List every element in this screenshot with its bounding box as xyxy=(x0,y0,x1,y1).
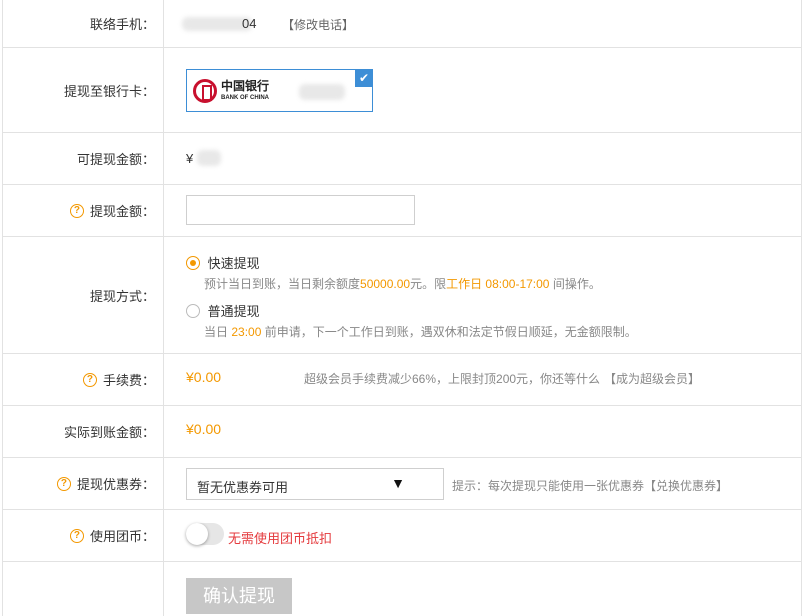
help-icon[interactable]: ? xyxy=(56,476,71,491)
submit-label-spacer xyxy=(3,562,164,616)
normal-withdraw-label: 普通提现 xyxy=(207,304,260,319)
fee-value: ¥0.00 xyxy=(186,369,222,385)
become-super-member-link[interactable]: 【成为超级会员】 xyxy=(604,370,700,387)
fast-withdraw-radio[interactable] xyxy=(186,255,200,270)
row-available-amount: 可提现金额： ¥ xyxy=(3,133,801,185)
bank-of-china-logo-icon xyxy=(193,79,217,103)
coin-label: ? 使用团币： xyxy=(3,510,164,561)
bank-name-en: BANK OF CHINA xyxy=(221,95,269,101)
row-fee: ? 手续费： ¥0.00 超级会员手续费减少66%，上限封顶200元，你还等什么 … xyxy=(3,354,801,406)
fast-withdraw-desc: 预计当日到账，当日剩余额度50000.00元。限工作日 08:00-17:00 … xyxy=(204,277,601,291)
check-icon: ✔ xyxy=(355,69,373,87)
coupon-select[interactable]: 暂无优惠券可用 ▼ xyxy=(186,468,444,500)
redeem-coupon-link[interactable]: 【兑换优惠券】 xyxy=(644,477,728,494)
row-coupon: ? 提现优惠券： 暂无优惠券可用 ▼ 提示：每次提现只能使用一张优惠券 【兑换优惠… xyxy=(3,458,801,510)
available-label: 可提现金额： xyxy=(3,133,164,184)
help-icon[interactable]: ? xyxy=(82,372,97,387)
coupon-hint: 提示：每次提现只能使用一张优惠券 xyxy=(452,479,645,493)
help-icon[interactable]: ? xyxy=(69,528,84,543)
normal-withdraw-desc: 当日 23:00 前申请，下一个工作日到账，遇双休和法定节假日顺延，无金额限制。 xyxy=(204,325,637,339)
bank-name-cn: 中国银行 xyxy=(221,79,270,93)
fee-label: ? 手续费： xyxy=(3,354,164,405)
row-phone: 联络手机： 04 【修改电话】 xyxy=(3,0,801,48)
phone-value-suffix: 04 xyxy=(242,16,257,31)
amount-label: ? 提现金额： xyxy=(3,185,164,236)
row-actual-amount: 实际到账金额： ¥0.00 xyxy=(3,406,801,458)
phone-label: 联络手机： xyxy=(3,0,164,47)
fast-withdraw-option[interactable]: 快速提现 xyxy=(186,253,260,272)
normal-withdraw-option[interactable]: 普通提现 xyxy=(186,301,260,320)
available-currency: ¥ xyxy=(186,151,194,166)
row-withdraw-method: 提现方式： 快速提现 预计当日到账，当日剩余额度50000.00元。限工作日 0… xyxy=(3,237,801,354)
coupon-selected-value: 暂无优惠券可用 xyxy=(197,480,289,495)
row-submit: 确认提现 xyxy=(3,562,801,616)
withdraw-amount-input[interactable] xyxy=(186,195,415,225)
row-coin: ? 使用团币： 无需使用团币抵扣 xyxy=(3,510,801,562)
help-icon[interactable]: ? xyxy=(69,203,84,218)
use-coin-toggle[interactable] xyxy=(186,523,224,545)
triangle-down-icon: ▼ xyxy=(391,475,405,491)
actual-label: 实际到账金额： xyxy=(3,406,164,457)
method-label: 提现方式： xyxy=(3,237,164,353)
normal-withdraw-radio[interactable] xyxy=(186,303,200,318)
edit-phone-link[interactable]: 【修改电话】 xyxy=(282,16,354,33)
withdraw-form: 联络手机： 04 【修改电话】 提现至银行卡： 中国银行 BANK OF CHI… xyxy=(2,0,802,616)
confirm-withdraw-button[interactable]: 确认提现 xyxy=(186,578,292,614)
bank-card-option[interactable]: 中国银行 BANK OF CHINA ✔ xyxy=(186,69,373,112)
card-number-masked xyxy=(299,84,345,100)
row-withdraw-amount: ? 提现金额： xyxy=(3,185,801,237)
actual-value: ¥0.00 xyxy=(186,421,222,437)
row-bank-card: 提现至银行卡： 中国银行 BANK OF CHINA ✔ xyxy=(3,48,801,133)
coupon-label: ? 提现优惠券： xyxy=(3,458,164,509)
available-masked-value xyxy=(197,150,221,166)
bank-label: 提现至银行卡： xyxy=(3,48,164,132)
fee-promo-text: 超级会员手续费减少66%，上限封顶200元，你还等什么 xyxy=(304,372,601,386)
coin-status-text: 无需使用团币抵扣 xyxy=(228,531,333,546)
fast-withdraw-label: 快速提现 xyxy=(207,256,260,271)
